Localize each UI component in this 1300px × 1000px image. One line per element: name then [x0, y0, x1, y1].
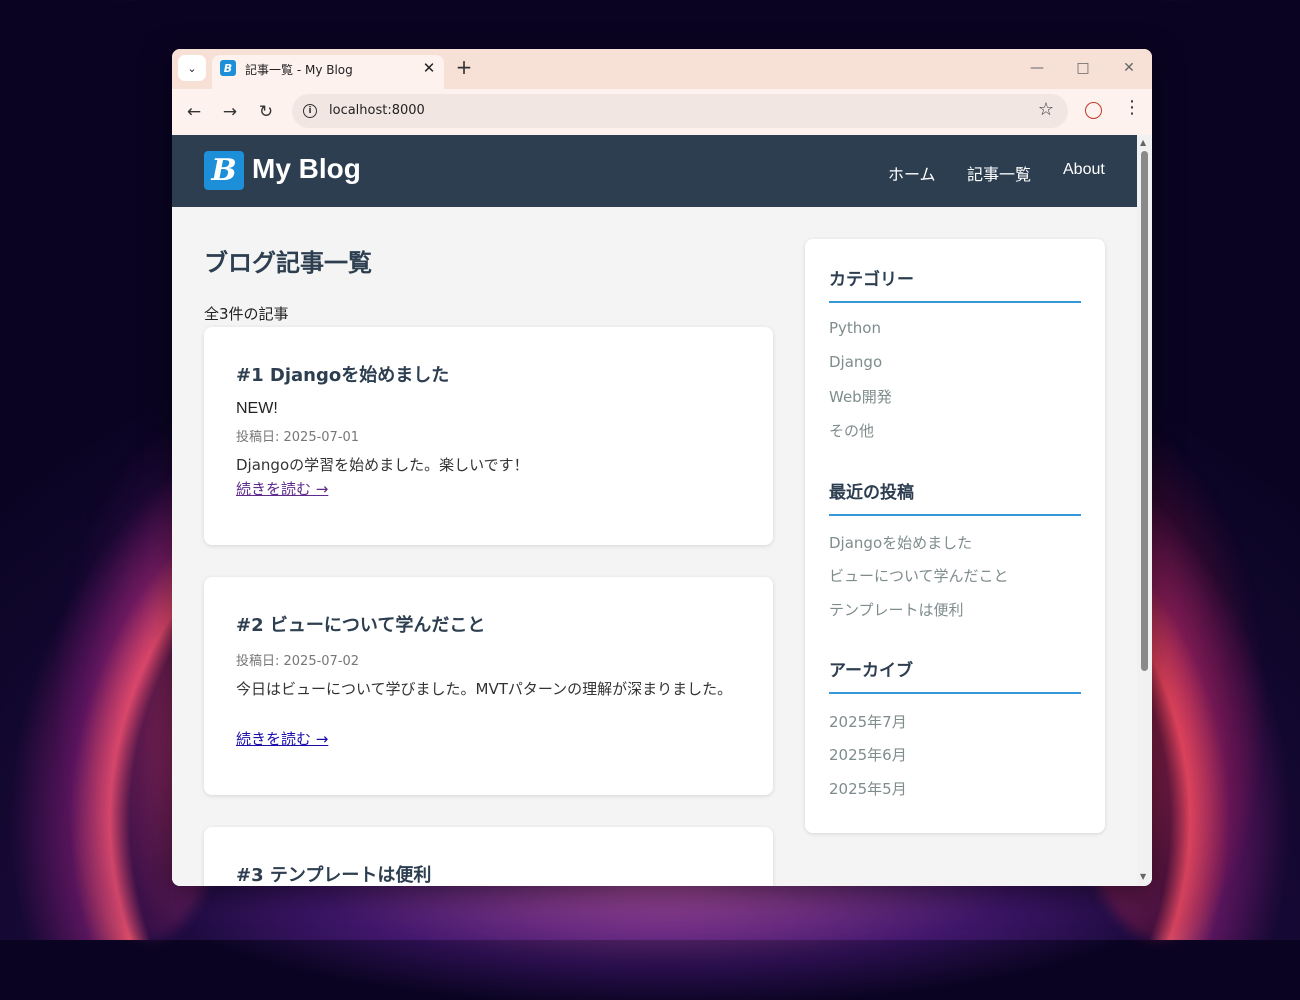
- tab-search-button[interactable]: ⌄: [178, 55, 206, 81]
- profile-icon[interactable]: [1085, 102, 1102, 119]
- article-card: #3 テンプレートは便利: [204, 827, 773, 886]
- article-title: #1 Djangoを始めました: [236, 365, 450, 386]
- article-card: #1 Djangoを始めました NEW! 投稿日: 2025-07-01 Dja…: [204, 327, 773, 545]
- category-link[interactable]: Python: [829, 319, 881, 337]
- close-window-button[interactable]: ✕: [1116, 57, 1142, 79]
- archive-link[interactable]: 2025年5月: [829, 778, 907, 799]
- arrow-right-icon: →: [222, 102, 238, 122]
- recent-post-link[interactable]: Djangoを始めました: [829, 532, 972, 553]
- article-excerpt: 今日はビューについて学びました。MVTパターンの理解が深まりました。: [236, 680, 733, 698]
- page-title: ブログ記事一覧: [204, 249, 372, 277]
- wallpaper-glow-bottom: [170, 880, 1160, 1000]
- url-text[interactable]: localhost:8000: [329, 103, 425, 118]
- minimize-button[interactable]: —: [1024, 57, 1050, 79]
- reload-button[interactable]: ↻: [255, 101, 277, 123]
- archive-heading: アーカイブ: [829, 656, 1081, 694]
- more-menu-icon[interactable]: ⋮: [1123, 99, 1141, 117]
- reload-icon: ↻: [258, 102, 274, 122]
- site-title[interactable]: My Blog: [252, 153, 361, 185]
- category-link[interactable]: Django: [829, 353, 882, 371]
- tab-active[interactable]: B 記事一覧 - My Blog ✕: [212, 55, 444, 89]
- plus-icon: +: [455, 55, 473, 79]
- maximize-button[interactable]: □: [1070, 57, 1096, 79]
- category-link[interactable]: その他: [829, 420, 874, 441]
- tab-strip: ⌄ B 記事一覧 - My Blog ✕ + — □ ✕: [172, 49, 1152, 89]
- scroll-thumb[interactable]: [1141, 151, 1148, 671]
- forward-button[interactable]: →: [219, 101, 241, 123]
- maximize-icon: □: [1076, 60, 1090, 76]
- nav-about-link[interactable]: About: [1063, 161, 1105, 179]
- tab-title: 記事一覧 - My Blog: [245, 63, 353, 77]
- vertical-scrollbar[interactable]: ▲ ▼: [1137, 135, 1152, 886]
- archive-link[interactable]: 2025年6月: [829, 744, 907, 765]
- favicon-icon: B: [220, 60, 236, 76]
- categories-heading: カテゴリー: [829, 265, 1081, 303]
- back-button[interactable]: ←: [183, 101, 205, 123]
- recent-post-link[interactable]: ビューについて学んだこと: [829, 565, 1009, 586]
- recent-post-link[interactable]: テンプレートは便利: [829, 599, 964, 620]
- page-viewport: B My Blog ホーム 記事一覧 About ブログ記事一覧 全3件の記事 …: [172, 135, 1137, 886]
- close-icon: ✕: [1123, 60, 1135, 76]
- site-logo[interactable]: B: [204, 151, 244, 190]
- article-excerpt: Djangoの学習を始めました。楽しいです！: [236, 456, 529, 474]
- new-badge: NEW!: [236, 400, 278, 417]
- new-tab-button[interactable]: +: [453, 55, 475, 79]
- category-link[interactable]: Web開発: [829, 386, 892, 407]
- archive-link[interactable]: 2025年7月: [829, 711, 907, 732]
- minimize-icon: —: [1030, 60, 1044, 76]
- article-date: 投稿日: 2025-07-02: [236, 654, 360, 669]
- read-more-link[interactable]: 続きを読む →: [236, 728, 328, 749]
- scroll-down-icon[interactable]: ▼: [1140, 872, 1146, 881]
- sidebar: カテゴリー Python Django Web開発 その他 最近の投稿 Djan…: [805, 239, 1105, 833]
- nav-home-link[interactable]: ホーム: [888, 161, 936, 185]
- article-title: #3 テンプレートは便利: [236, 865, 432, 886]
- arrow-left-icon: ←: [186, 102, 202, 122]
- chevron-down-icon: ⌄: [187, 61, 197, 75]
- browser-window: ⌄ B 記事一覧 - My Blog ✕ + — □ ✕ ← → ↻ i loc…: [172, 49, 1152, 886]
- recent-posts-heading: 最近の投稿: [829, 478, 1081, 516]
- site-info-icon[interactable]: i: [303, 104, 317, 118]
- browser-toolbar: ← → ↻ i localhost:8000 ☆ ⋮: [172, 89, 1152, 135]
- read-more-link[interactable]: 続きを読む →: [236, 478, 328, 499]
- bookmark-star-icon[interactable]: ☆: [1038, 99, 1054, 120]
- scroll-up-icon[interactable]: ▲: [1140, 138, 1146, 147]
- article-count: 全3件の記事: [204, 305, 289, 323]
- article-date: 投稿日: 2025-07-01: [236, 430, 360, 445]
- nav-articles-link[interactable]: 記事一覧: [967, 161, 1031, 185]
- article-title: #2 ビューについて学んだこと: [236, 615, 486, 636]
- close-tab-icon[interactable]: ✕: [419, 58, 439, 78]
- article-card: #2 ビューについて学んだこと 投稿日: 2025-07-02 今日はビューにつ…: [204, 577, 773, 795]
- site-header: B My Blog ホーム 記事一覧 About: [172, 135, 1137, 207]
- address-bar[interactable]: i localhost:8000 ☆: [292, 94, 1068, 128]
